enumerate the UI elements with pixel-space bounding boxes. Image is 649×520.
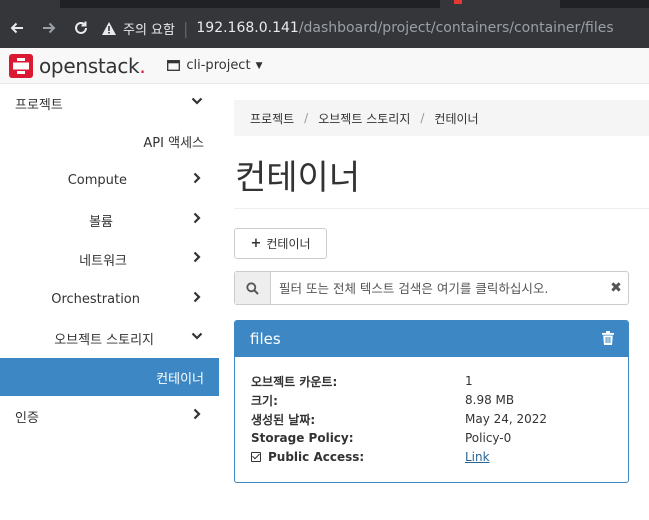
sidebar-item-label: 프로젝트 xyxy=(15,97,63,113)
detail-value: Policy-0 xyxy=(465,431,512,445)
reload-icon[interactable] xyxy=(66,13,96,43)
caret-down-icon: ▼ xyxy=(255,60,263,71)
chevron-right-icon xyxy=(191,408,203,424)
breadcrumb-separator: / xyxy=(304,111,309,125)
sidebar-item-label: Orchestration xyxy=(51,291,140,307)
filter-search: ✖ xyxy=(234,271,629,305)
security-status[interactable]: 주의 요함 xyxy=(123,19,175,38)
divider xyxy=(234,208,649,209)
breadcrumb-item-project[interactable]: 프로젝트 xyxy=(250,110,294,127)
browser-tabstrip xyxy=(0,0,649,8)
chevron-down-icon xyxy=(191,330,203,346)
chevron-right-icon xyxy=(191,251,203,267)
clear-icon[interactable]: ✖ xyxy=(604,280,628,296)
url-divider: | xyxy=(182,18,189,38)
url-path: /dashboard/project/containers/container/… xyxy=(298,20,614,36)
sidebar-item-api-access[interactable]: API 액세스 xyxy=(0,122,219,160)
sidebar-item-project[interactable]: 프로젝트 xyxy=(0,84,219,122)
sidebar-item-compute[interactable]: Compute xyxy=(0,161,219,199)
sidebar-item-identity[interactable]: 인증 xyxy=(0,397,219,435)
sidebar-item-volumes[interactable]: 볼륨 xyxy=(0,201,219,239)
breadcrumb-item-containers: 컨테이너 xyxy=(434,111,479,126)
container-details: 오브젝트 카운트: 1 크기: 8.98 MB 생성된 날짜: May 24, … xyxy=(235,357,628,464)
app-header: openstack. cli-project ▼ xyxy=(0,48,649,84)
page-title: 컨테이너 xyxy=(235,158,361,198)
chevron-right-icon xyxy=(191,212,203,228)
chevron-down-icon xyxy=(191,95,203,111)
breadcrumb-separator: / xyxy=(420,111,425,125)
project-dropdown[interactable]: cli-project ▼ xyxy=(167,58,262,73)
sidebar-item-label: Compute xyxy=(67,172,127,188)
detail-value: May 24, 2022 xyxy=(465,412,548,426)
detail-storage-policy: Storage Policy: Policy-0 xyxy=(251,429,611,447)
container-name: files xyxy=(250,330,281,348)
detail-key: Public Access: xyxy=(251,450,465,464)
breadcrumb-item-object-storage[interactable]: 오브젝트 스토리지 xyxy=(318,110,410,127)
detail-key: 생성된 날짜: xyxy=(251,412,316,427)
sidebar-item-network[interactable]: 네트워크 xyxy=(0,240,219,278)
container-panel-header[interactable]: files xyxy=(235,321,628,357)
url-host: 192.168.0.141 xyxy=(196,20,299,36)
chevron-right-icon xyxy=(191,172,203,188)
address-bar[interactable]: 주의 요함 | 192.168.0.141/dashboard/project/… xyxy=(100,13,614,43)
sidebar-item-label: 오브젝트 스토리지 xyxy=(54,332,154,348)
openstack-logo[interactable]: openstack. xyxy=(8,53,146,79)
browser-tab[interactable] xyxy=(0,0,60,8)
back-icon[interactable] xyxy=(2,13,32,43)
project-icon xyxy=(167,60,181,71)
detail-value: 8.98 MB xyxy=(465,393,515,407)
detail-created-date: 생성된 날짜: May 24, 2022 xyxy=(251,410,611,428)
public-access-checkbox[interactable] xyxy=(251,452,261,462)
sidebar-item-label: API 액세스 xyxy=(143,135,204,151)
sidebar-item-label: 컨테이너 xyxy=(156,371,204,387)
logo-text: openstack. xyxy=(39,53,146,78)
sidebar-item-object-storage[interactable]: 오브젝트 스토리지 xyxy=(0,319,219,357)
public-access-label: Public Access: xyxy=(268,450,365,464)
warning-icon[interactable] xyxy=(100,19,118,37)
url-text[interactable]: 192.168.0.141/dashboard/project/containe… xyxy=(196,20,613,36)
add-container-button[interactable]: + 컨테이너 xyxy=(234,228,327,259)
detail-key: 크기: xyxy=(251,393,278,408)
detail-value: 1 xyxy=(465,374,473,388)
detail-key: 오브젝트 카운트: xyxy=(251,374,338,389)
sidebar-item-label: 네트워크 xyxy=(79,253,127,269)
search-icon xyxy=(235,272,271,304)
sidebar-item-label: 볼륨 xyxy=(89,214,113,230)
breadcrumb: 프로젝트 / 오브젝트 스토리지 / 컨테이너 xyxy=(234,100,649,136)
sidebar: 프로젝트 API 액세스 Compute 볼륨 네트워크 Orchestrati… xyxy=(0,84,219,520)
openstack-logo-icon xyxy=(9,53,33,78)
tab-favicon-icon xyxy=(454,0,462,4)
chevron-right-icon xyxy=(191,291,203,307)
detail-object-count: 오브젝트 카운트: 1 xyxy=(251,372,611,390)
sidebar-item-orchestration[interactable]: Orchestration xyxy=(0,280,219,318)
detail-size: 크기: 8.98 MB xyxy=(251,391,611,409)
detail-public-access: Public Access: Link xyxy=(251,448,611,466)
sidebar-item-containers[interactable]: 컨테이너 xyxy=(0,358,219,396)
project-name: cli-project xyxy=(186,58,251,73)
trash-icon[interactable] xyxy=(602,331,614,349)
sidebar-item-label: 인증 xyxy=(15,410,39,426)
container-panel: files 오브젝트 카운트: 1 크기: 8.98 MB 생성된 날짜: Ma… xyxy=(234,320,629,483)
public-access-link[interactable]: Link xyxy=(465,450,490,464)
search-input[interactable] xyxy=(271,273,604,303)
plus-icon: + xyxy=(250,236,262,251)
browser-toolbar: 주의 요함 | 192.168.0.141/dashboard/project/… xyxy=(0,8,649,48)
detail-key: Storage Policy: xyxy=(251,431,354,445)
add-container-label: 컨테이너 xyxy=(266,237,311,251)
forward-icon[interactable] xyxy=(34,13,64,43)
